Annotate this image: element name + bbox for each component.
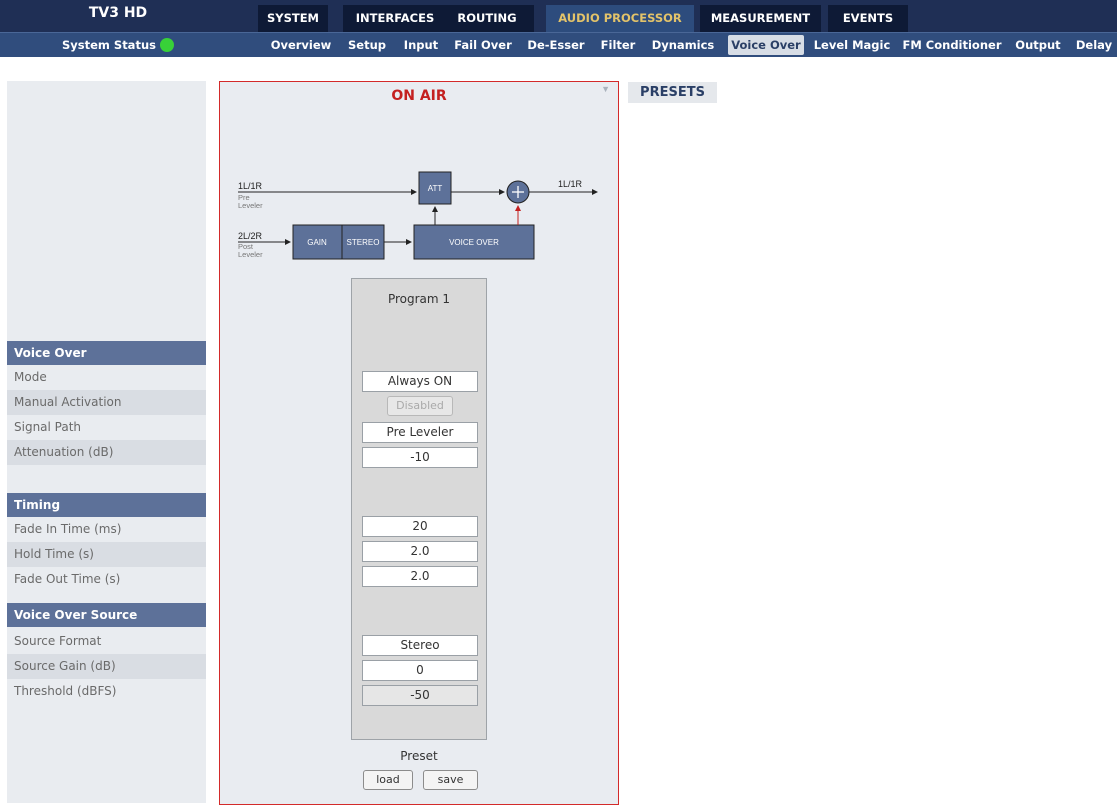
system-status[interactable]: System Status: [0, 33, 236, 58]
parameter-sidebar: Voice Over Mode Manual Activation Signal…: [7, 81, 206, 803]
panel-title: ON AIR: [391, 88, 447, 104]
fade-in-time-field[interactable]: 20: [362, 516, 478, 537]
subtab-fm-conditioner[interactable]: FM Conditioner: [900, 35, 1004, 55]
subtab-level-magic[interactable]: Level Magic: [812, 35, 892, 55]
sub-navigation-bar: System Status Overview Setup Input Fail …: [0, 32, 1117, 57]
param-label-threshold: Threshold (dBFS): [14, 684, 117, 698]
subtab-delay[interactable]: Delay: [1071, 35, 1117, 55]
threshold-field: -50: [362, 685, 478, 706]
dropdown-arrow-icon[interactable]: ▼: [601, 84, 610, 94]
program-title: Program 1: [387, 292, 451, 306]
output-label: 1L/1R: [558, 179, 583, 189]
subtab-filter[interactable]: Filter: [598, 35, 638, 55]
subtab-fail-over[interactable]: Fail Over: [452, 35, 514, 55]
tab-system[interactable]: SYSTEM: [258, 5, 328, 32]
app-title: TV3 HD: [88, 5, 148, 21]
param-label-hold-time: Hold Time (s): [7, 542, 206, 567]
manual-activation-button[interactable]: Disabled: [387, 396, 453, 416]
subtab-input[interactable]: Input: [400, 35, 442, 55]
subtab-voice-over[interactable]: Voice Over: [728, 35, 804, 55]
tab-events[interactable]: EVENTS: [828, 5, 908, 32]
signal-path-field[interactable]: Pre Leveler: [362, 422, 478, 443]
signal-flow-diagram: 1L/1R Pre Leveler ATT 1L/1R 2L/2R Post L…: [238, 171, 598, 260]
preset-label: Preset: [400, 749, 438, 763]
gain-label: GAIN: [307, 238, 327, 247]
source-format-field[interactable]: Stereo: [362, 635, 478, 656]
subtab-overview[interactable]: Overview: [266, 35, 336, 55]
param-label-signal-path: Signal Path: [14, 420, 82, 434]
tab-audio-processor[interactable]: AUDIO PROCESSOR: [546, 5, 694, 32]
voice-over-block-label: VOICE OVER: [449, 238, 499, 247]
input2-sub2: Leveler: [238, 250, 263, 259]
param-label-mode: Mode: [14, 370, 47, 384]
section-header-voice-over: Voice Over: [7, 341, 206, 365]
section-header-timing: Timing: [7, 493, 206, 517]
subtab-dynamics[interactable]: Dynamics: [648, 35, 718, 55]
att-label: ATT: [428, 184, 443, 193]
system-status-label: System Status: [62, 38, 156, 52]
app-window: TV3 HD SYSTEM INTERFACES ROUTING AUDIO P…: [0, 0, 1117, 806]
mode-field[interactable]: Always ON: [362, 371, 478, 392]
preset-save-button[interactable]: save: [423, 770, 478, 790]
input1-sub2: Leveler: [238, 201, 263, 210]
input1-label: 1L/1R: [238, 181, 263, 191]
program-1-column: Program 1 Always ON Disabled Pre Leveler…: [351, 278, 487, 740]
presets-button[interactable]: PRESETS: [628, 82, 717, 103]
stereo-label: STEREO: [347, 238, 380, 247]
subtab-setup[interactable]: Setup: [345, 35, 389, 55]
param-label-source-gain: Source Gain (dB): [7, 654, 206, 679]
tab-interfaces[interactable]: INTERFACES: [343, 5, 447, 32]
status-ok-icon: [159, 38, 174, 52]
tab-routing[interactable]: ROUTING: [440, 5, 534, 32]
attenuation-field[interactable]: -10: [362, 447, 478, 468]
subtab-output[interactable]: Output: [1013, 35, 1063, 55]
top-navigation-bar: TV3 HD SYSTEM INTERFACES ROUTING AUDIO P…: [0, 0, 1117, 32]
param-label-fade-out-time: Fade Out Time (s): [14, 572, 121, 586]
subtab-de-esser[interactable]: De-Esser: [523, 35, 589, 55]
hold-time-field[interactable]: 2.0: [362, 541, 478, 562]
param-label-source-format: Source Format: [14, 634, 102, 648]
preset-load-button[interactable]: load: [363, 770, 413, 790]
param-label-manual-activation: Manual Activation: [7, 390, 206, 415]
input2-label: 2L/2R: [238, 231, 263, 241]
source-gain-field[interactable]: 0: [362, 660, 478, 681]
section-header-voice-over-source: Voice Over Source: [7, 603, 206, 627]
tab-measurement[interactable]: MEASUREMENT: [700, 5, 821, 32]
on-air-panel: ON AIR ▼ 1L/1R Pre Leveler ATT 1L/1R 2L/…: [219, 81, 619, 805]
fade-out-time-field[interactable]: 2.0: [362, 566, 478, 587]
param-label-fade-in-time: Fade In Time (ms): [14, 522, 122, 536]
param-label-attenuation: Attenuation (dB): [7, 440, 206, 465]
